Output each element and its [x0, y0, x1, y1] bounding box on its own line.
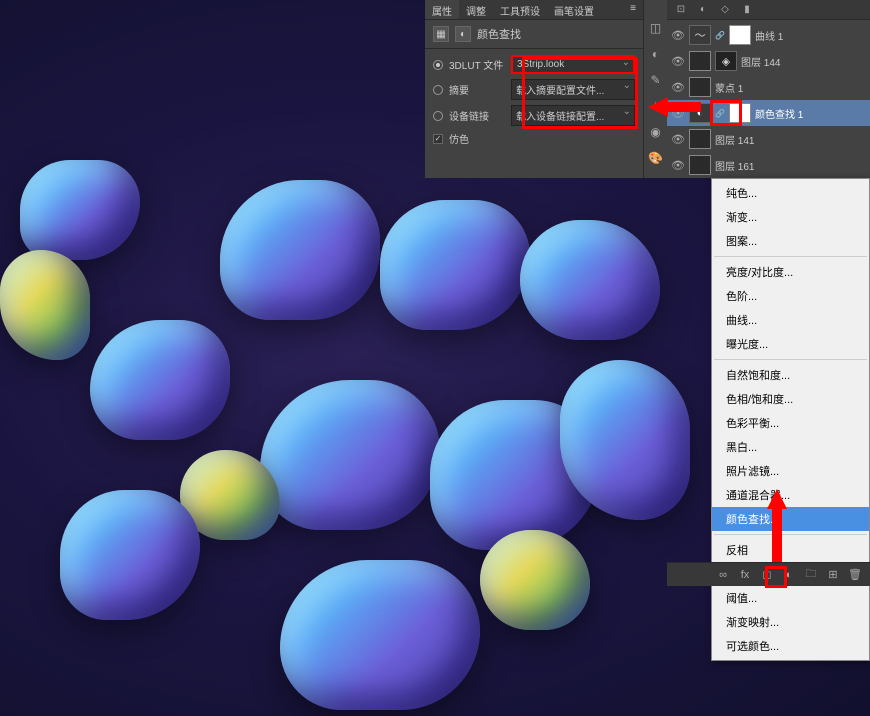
artwork-blob: [480, 530, 590, 630]
grid-icon: ▦: [433, 26, 449, 42]
visibility-icon[interactable]: 👁: [671, 29, 685, 42]
radio-abstract[interactable]: [433, 85, 443, 95]
layers-panel: ⊡ ◐ ◇ ▮ 👁 〜 🔗 曲线 1 👁 ◈ 图层 144 👁 蒙点 1 👁 ◐…: [667, 0, 870, 178]
new-layer-icon[interactable]: ⊞: [826, 568, 840, 582]
palette-icon[interactable]: 🎨: [648, 150, 664, 166]
artwork-blob: [220, 180, 380, 320]
menu-item[interactable]: 图案...: [712, 229, 869, 253]
label-device: 设备链接: [449, 108, 505, 123]
radio-device[interactable]: [433, 111, 443, 121]
tab-tool-presets[interactable]: 工具预设: [493, 0, 547, 19]
fx-icon[interactable]: ◇: [719, 4, 731, 16]
contrast-icon[interactable]: ◐: [648, 46, 664, 62]
layer-name: 颜色查找 1: [755, 106, 803, 121]
menu-separator: [714, 359, 867, 360]
layer-row[interactable]: 👁 〜 🔗 曲线 1: [667, 22, 870, 48]
layer-thumb: [689, 51, 711, 71]
menu-item[interactable]: 色阶...: [712, 284, 869, 308]
panel-tabs: 属性 调整 工具预设 画笔设置 ≡: [425, 0, 643, 20]
tools-strip: ◫ ◐ ✎ ✦ ◉ 🎨: [643, 0, 667, 178]
menu-item[interactable]: 可选颜色...: [712, 634, 869, 658]
folder-icon[interactable]: 🗀: [804, 568, 818, 582]
panel-menu-icon[interactable]: ≡: [623, 0, 643, 19]
filter-icon[interactable]: ⊡: [675, 4, 687, 16]
layers-list: 👁 〜 🔗 曲线 1 👁 ◈ 图层 144 👁 蒙点 1 👁 ◐ 🔗 颜色查找 …: [667, 20, 870, 180]
menu-item[interactable]: 色彩平衡...: [712, 411, 869, 435]
tab-adjustments[interactable]: 调整: [459, 0, 493, 19]
link-layers-icon[interactable]: ∞: [716, 568, 730, 582]
menu-item[interactable]: 照片滤镜...: [712, 459, 869, 483]
trash-icon[interactable]: 🗑: [848, 568, 862, 582]
menu-item[interactable]: 阈值...: [712, 586, 869, 610]
menu-item[interactable]: 黑白...: [712, 435, 869, 459]
lock-icon[interactable]: ◐: [697, 4, 709, 16]
menu-separator: [714, 256, 867, 257]
menu-item[interactable]: 色相/饱和度...: [712, 387, 869, 411]
brush-icon[interactable]: ✎: [648, 72, 664, 88]
checkbox-dither[interactable]: ✓: [433, 134, 443, 144]
layer-name: 图层 144: [741, 54, 780, 69]
visibility-icon[interactable]: 👁: [671, 81, 685, 94]
menu-item[interactable]: 颜色查找...: [712, 507, 869, 531]
link-icon: 🔗: [715, 31, 725, 40]
layer-thumb: [689, 155, 711, 175]
menu-separator: [714, 534, 867, 535]
label-3dlut: 3DLUT 文件: [449, 57, 505, 72]
histogram-icon[interactable]: ◫: [648, 20, 664, 36]
menu-item[interactable]: 渐变...: [712, 205, 869, 229]
adjustment-menu: 纯色...渐变...图案... 亮度/对比度...色阶...曲线...曝光度...…: [711, 178, 870, 661]
menu-item[interactable]: 纯色...: [712, 181, 869, 205]
layer-row[interactable]: 👁 图层 161: [667, 152, 870, 178]
menu-item[interactable]: 通道混合器...: [712, 483, 869, 507]
menu-item[interactable]: 亮度/对比度...: [712, 260, 869, 284]
layer-name: 图层 161: [715, 158, 754, 173]
label-abstract: 摘要: [449, 82, 505, 97]
annotation-arrow-up: [767, 489, 787, 509]
visibility-icon[interactable]: 👁: [671, 159, 685, 172]
annotation-box: [710, 100, 742, 126]
tab-brush-settings[interactable]: 画笔设置: [547, 0, 601, 19]
prop-row-dither: ✓ 仿色: [433, 131, 635, 146]
fx-icon[interactable]: fx: [738, 568, 752, 582]
menu-item[interactable]: 渐变映射...: [712, 610, 869, 634]
smartobj-icon: ◈: [715, 51, 737, 71]
properties-title: 颜色查找: [477, 26, 521, 42]
layer-name: 图层 141: [715, 132, 754, 147]
layer-name: 曲线 1: [755, 28, 783, 43]
menu-item[interactable]: 反相: [712, 538, 869, 562]
menu-item[interactable]: 曲线...: [712, 308, 869, 332]
menu-item[interactable]: 自然饱和度...: [712, 363, 869, 387]
annotation-arrow-left: [648, 97, 668, 117]
layer-thumb: [689, 129, 711, 149]
layer-thumb: [689, 77, 711, 97]
layer-row[interactable]: 👁 ◈ 图层 144: [667, 48, 870, 74]
swatch-icon[interactable]: ◉: [648, 124, 664, 140]
layer-row[interactable]: 👁 图层 141: [667, 126, 870, 152]
mask-icon: ◐: [455, 26, 471, 42]
layer-name: 蒙点 1: [715, 80, 743, 95]
visibility-icon[interactable]: 👁: [671, 133, 685, 146]
layers-header: ⊡ ◐ ◇ ▮: [667, 0, 870, 20]
artwork-blob: [280, 560, 480, 710]
properties-header: ▦ ◐ 颜色查找: [425, 20, 643, 49]
curves-thumb: 〜: [689, 25, 711, 45]
label-dither: 仿色: [449, 131, 469, 146]
layer-row[interactable]: 👁 蒙点 1: [667, 74, 870, 100]
menu-item[interactable]: 曝光度...: [712, 332, 869, 356]
fill-icon[interactable]: ▮: [741, 4, 753, 16]
tab-properties[interactable]: 属性: [425, 0, 459, 19]
annotation-box: [522, 57, 638, 129]
annotation-box: [765, 566, 787, 588]
layer-mask[interactable]: [729, 25, 751, 45]
radio-3dlut[interactable]: [433, 60, 443, 70]
visibility-icon[interactable]: 👁: [671, 55, 685, 68]
